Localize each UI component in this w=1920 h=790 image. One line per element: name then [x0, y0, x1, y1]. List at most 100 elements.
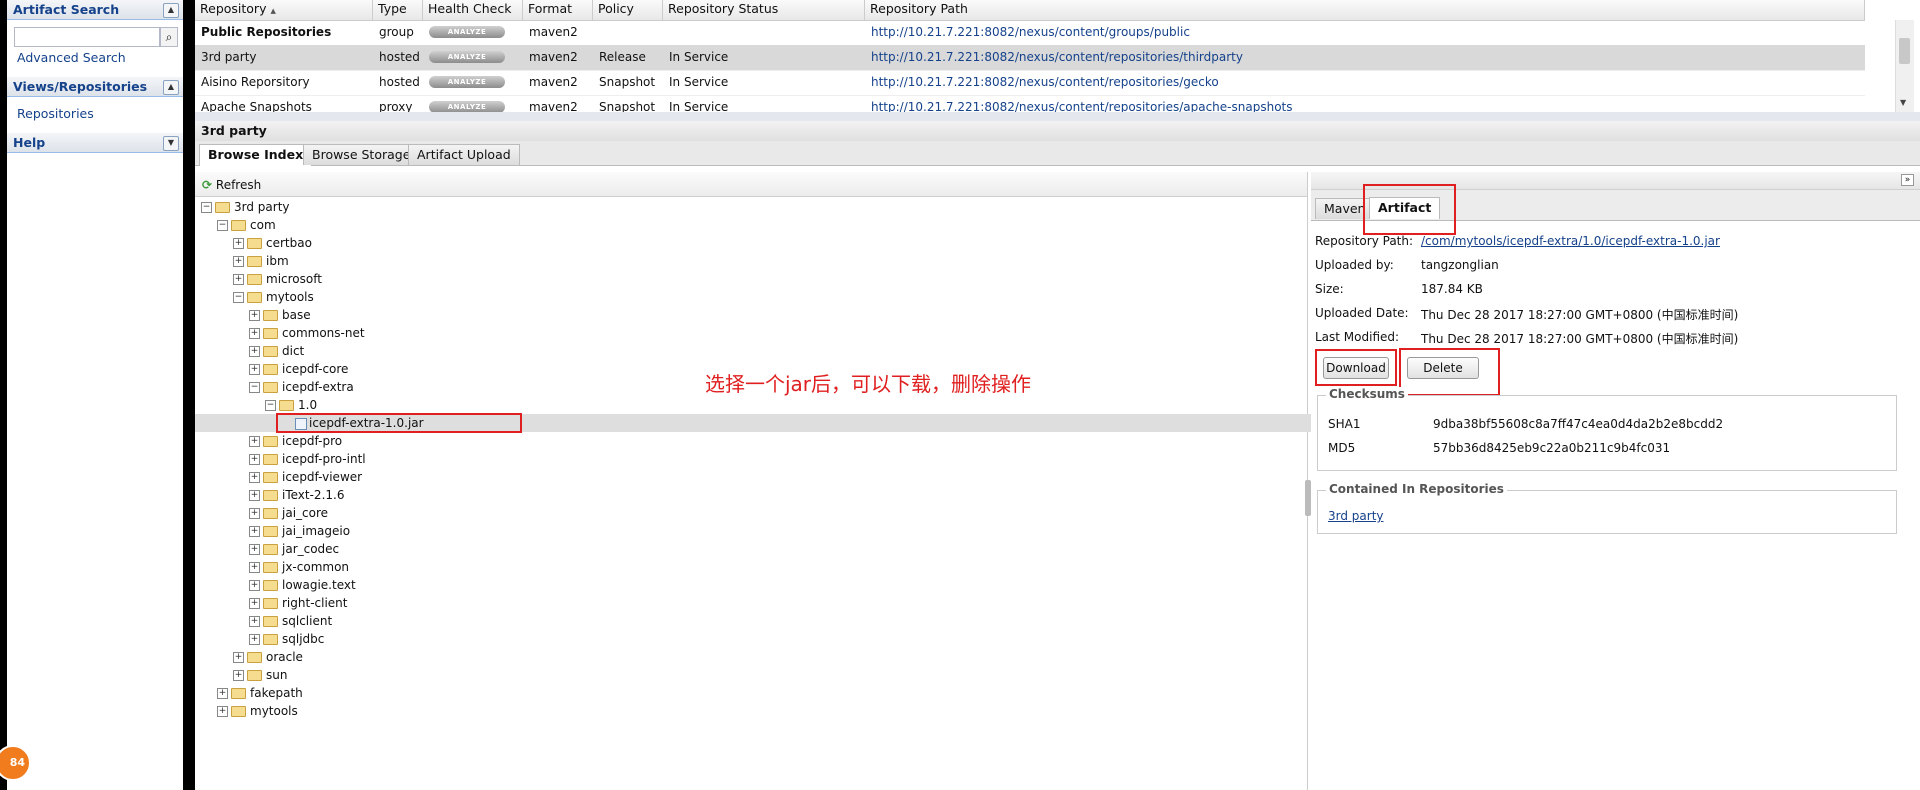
tree-folder-node[interactable]: + ibm	[233, 252, 289, 270]
collapse-icon[interactable]: −	[233, 292, 244, 303]
tree-folder-node[interactable]: + jx-common	[249, 558, 349, 576]
tree-folder-node[interactable]: + icepdf-pro-intl	[249, 450, 366, 468]
tree-folder-node[interactable]: + right-client	[249, 594, 347, 612]
expand-icon[interactable]: +	[233, 670, 244, 681]
repositories-link[interactable]: Repositories	[17, 106, 94, 121]
table-row[interactable]: Aisino Reporsitory hosted ANALYZE maven2…	[195, 70, 1865, 96]
panel-resize-handle[interactable]	[1305, 480, 1311, 516]
table-row[interactable]: Public Repositories group ANALYZE maven2…	[195, 20, 1865, 46]
tree-folder-node[interactable]: + lowagie.text	[249, 576, 356, 594]
notification-badge[interactable]: 84	[0, 745, 31, 781]
tree-folder-node[interactable]: + commons-net	[249, 324, 365, 342]
collapse-icon[interactable]: −	[201, 202, 212, 213]
expand-icon[interactable]: +	[249, 346, 260, 357]
splitter[interactable]	[195, 112, 1920, 121]
expand-icon[interactable]: +	[249, 580, 260, 591]
highlight-download	[1315, 349, 1397, 386]
expand-icon[interactable]: +	[249, 544, 260, 555]
table-row[interactable]: Apache Snapshots proxy ANALYZE maven2 Sn…	[195, 95, 1865, 113]
expand-icon[interactable]: +	[249, 328, 260, 339]
tree-folder-node[interactable]: + mytools	[217, 702, 298, 720]
tree-folder-node[interactable]: + sqljdbc	[249, 630, 324, 648]
expand-icon[interactable]: +	[249, 562, 260, 573]
expand-icon[interactable]: +	[217, 688, 228, 699]
repository-path-value[interactable]: /com/mytools/icepdf-extra/1.0/icepdf-ext…	[1421, 234, 1720, 248]
expand-icon[interactable]: +	[233, 652, 244, 663]
expand-icon[interactable]: +	[249, 310, 260, 321]
views-repositories-header[interactable]: Views/Repositories ▲	[7, 77, 183, 97]
tree-folder-node[interactable]: + sun	[233, 666, 287, 684]
col-format[interactable]: Format	[523, 0, 593, 20]
expand-icon[interactable]: +	[249, 598, 260, 609]
tree-folder-node[interactable]: + oracle	[233, 648, 303, 666]
tree-folder-node[interactable]: + certbao	[233, 234, 312, 252]
expand-icon[interactable]: +	[249, 508, 260, 519]
tree-folder-node[interactable]: − mytools	[233, 288, 314, 306]
tab-artifact-upload[interactable]: Artifact Upload	[408, 144, 520, 165]
tree-folder-node[interactable]: + jai_imageio	[249, 522, 350, 540]
analyze-button[interactable]: ANALYZE	[429, 76, 505, 88]
repository-path-link[interactable]: http://10.21.7.221:8082/nexus/content/re…	[865, 95, 1293, 112]
tree-folder-node[interactable]: + icepdf-viewer	[249, 468, 362, 486]
tree-folder-node[interactable]: − 1.0	[265, 396, 317, 414]
repository-path-link[interactable]: http://10.21.7.221:8082/nexus/content/re…	[865, 70, 1219, 95]
col-health-check[interactable]: Health Check	[423, 0, 523, 20]
col-policy[interactable]: Policy	[593, 0, 663, 20]
artifact-search-header[interactable]: Artifact Search ▲	[7, 0, 183, 20]
expand-icon[interactable]: +	[249, 616, 260, 627]
expand-icon[interactable]: +	[249, 436, 260, 447]
tab-browse-storage[interactable]: Browse Storage	[303, 144, 420, 165]
analyze-button[interactable]: ANALYZE	[429, 26, 505, 38]
help-header[interactable]: Help ▼	[7, 133, 183, 153]
expand-icon[interactable]: +	[249, 472, 260, 483]
tree-folder-node[interactable]: + base	[249, 306, 311, 324]
expand-icon[interactable]: +	[233, 238, 244, 249]
expand-down-icon[interactable]: ▼	[163, 136, 179, 151]
expand-icon[interactable]: +	[217, 706, 228, 717]
scrollbar-thumb[interactable]	[1899, 38, 1910, 64]
expand-icon[interactable]: +	[233, 256, 244, 267]
tree-folder-node[interactable]: + iText-2.1.6	[249, 486, 344, 504]
folder-icon	[231, 706, 246, 717]
refresh-button[interactable]: ⟳ Refresh	[202, 177, 261, 193]
collapse-icon[interactable]: −	[249, 382, 260, 393]
tree-folder-node[interactable]: + icepdf-pro	[249, 432, 342, 450]
folder-icon	[231, 688, 246, 699]
tree-folder-node[interactable]: + icepdf-core	[249, 360, 348, 378]
repository-path-link[interactable]: http://10.21.7.221:8082/nexus/content/re…	[865, 45, 1243, 70]
grid-scrollbar[interactable]: ▼	[1895, 20, 1914, 112]
search-icon[interactable]: ⌕	[160, 27, 178, 47]
tree-folder-node[interactable]: + jai_core	[249, 504, 328, 522]
analyze-button[interactable]: ANALYZE	[429, 51, 505, 63]
tree-folder-node[interactable]: + jar_codec	[249, 540, 339, 558]
expand-panel-icon[interactable]: »	[1901, 174, 1914, 186]
collapse-up-icon[interactable]: ▲	[163, 80, 179, 95]
expand-icon[interactable]: +	[249, 634, 260, 645]
contained-repo-link[interactable]: 3rd party	[1328, 509, 1384, 523]
expand-icon[interactable]: +	[249, 364, 260, 375]
col-repository-status[interactable]: Repository Status	[663, 0, 865, 20]
tree-folder-node[interactable]: + fakepath	[217, 684, 303, 702]
col-type[interactable]: Type	[373, 0, 423, 20]
table-row[interactable]: 3rd party hosted ANALYZE maven2 Release …	[195, 45, 1865, 71]
expand-icon[interactable]: +	[249, 490, 260, 501]
tab-browse-index[interactable]: Browse Index	[199, 144, 313, 166]
expand-icon[interactable]: +	[249, 526, 260, 537]
scroll-down-icon[interactable]: ▼	[1900, 98, 1906, 107]
expand-icon[interactable]: +	[249, 454, 260, 465]
col-repository[interactable]: Repository ▲	[195, 0, 373, 20]
tree-folder-node[interactable]: − 3rd party	[201, 198, 290, 216]
expand-icon[interactable]: +	[233, 274, 244, 285]
artifact-search-input[interactable]	[14, 27, 160, 47]
col-repository-path[interactable]: Repository Path	[865, 0, 1865, 20]
tree-folder-node[interactable]: + dict	[249, 342, 304, 360]
collapse-icon[interactable]: −	[217, 220, 228, 231]
tree-folder-node[interactable]: − icepdf-extra	[249, 378, 354, 396]
repository-path-link[interactable]: http://10.21.7.221:8082/nexus/content/gr…	[865, 20, 1190, 45]
tree-folder-node[interactable]: + sqlclient	[249, 612, 332, 630]
advanced-search-link[interactable]: Advanced Search	[17, 50, 126, 65]
collapse-icon[interactable]: −	[265, 400, 276, 411]
collapse-up-icon[interactable]: ▲	[163, 3, 179, 18]
tree-folder-node[interactable]: − com	[217, 216, 276, 234]
tree-folder-node[interactable]: + microsoft	[233, 270, 322, 288]
